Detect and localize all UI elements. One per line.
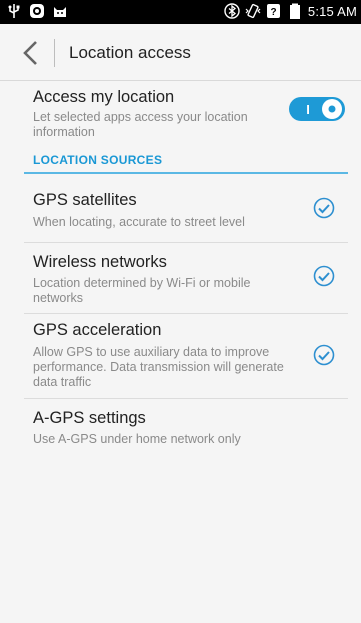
- wireless-networks-title: Wireless networks: [33, 253, 167, 271]
- access-location-toggle[interactable]: I: [289, 97, 345, 121]
- gps-satellites-row[interactable]: GPS satellites When locating, accurate t…: [0, 174, 361, 242]
- wireless-networks-summary: Location determined by Wi-Fi or mobile n…: [33, 276, 251, 305]
- status-bar-right: ? 5:15 AM: [224, 3, 357, 19]
- agps-settings-row[interactable]: A-GPS settings Use A-GPS under home netw…: [0, 399, 361, 455]
- bluetooth-icon: [224, 3, 240, 19]
- gps-acceleration-summary: Allow GPS to use auxiliary data to impro…: [33, 345, 284, 389]
- gps-satellites-summary: When locating, accurate to street level: [33, 215, 245, 229]
- location-sources-header: LOCATION SOURCES: [33, 153, 163, 167]
- status-time: 5:15 AM: [307, 3, 357, 19]
- gps-acceleration-row[interactable]: GPS acceleration Allow GPS to use auxili…: [0, 314, 361, 398]
- access-location-summary: Let selected apps access your location i…: [33, 110, 248, 139]
- signal-icon: ?: [266, 4, 280, 18]
- cat-notification-icon: [54, 7, 66, 17]
- agps-settings-summary: Use A-GPS under home network only: [33, 432, 241, 446]
- app-notification-icon: [30, 4, 44, 18]
- chevron-left-icon: [23, 41, 37, 65]
- status-bar: ? 5:15 AM: [0, 0, 361, 24]
- agps-settings-title: A-GPS settings: [33, 409, 146, 427]
- toggle-on-label: I: [306, 102, 310, 117]
- gps-acceleration-checkbox[interactable]: [313, 344, 335, 366]
- battery-icon: [289, 3, 300, 19]
- usb-icon: [8, 4, 20, 18]
- checkmark-icon: [318, 351, 330, 361]
- vibrate-icon: [245, 3, 261, 19]
- back-button[interactable]: [20, 40, 42, 66]
- status-bar-left: [6, 3, 68, 19]
- gps-satellites-title: GPS satellites: [33, 191, 137, 209]
- wireless-networks-row[interactable]: Wireless networks Location determined by…: [0, 243, 361, 313]
- checkmark-icon: [318, 204, 330, 214]
- wireless-networks-checkbox[interactable]: [313, 265, 335, 287]
- svg-text:?: ?: [270, 7, 276, 18]
- title-divider: [54, 39, 55, 67]
- gps-satellites-checkbox[interactable]: [313, 197, 335, 219]
- access-location-title: Access my location: [33, 88, 175, 106]
- page-title: Location access: [69, 43, 191, 62]
- checkmark-icon: [318, 272, 330, 282]
- gps-acceleration-title: GPS acceleration: [33, 321, 162, 339]
- action-bar: Location access: [0, 24, 361, 81]
